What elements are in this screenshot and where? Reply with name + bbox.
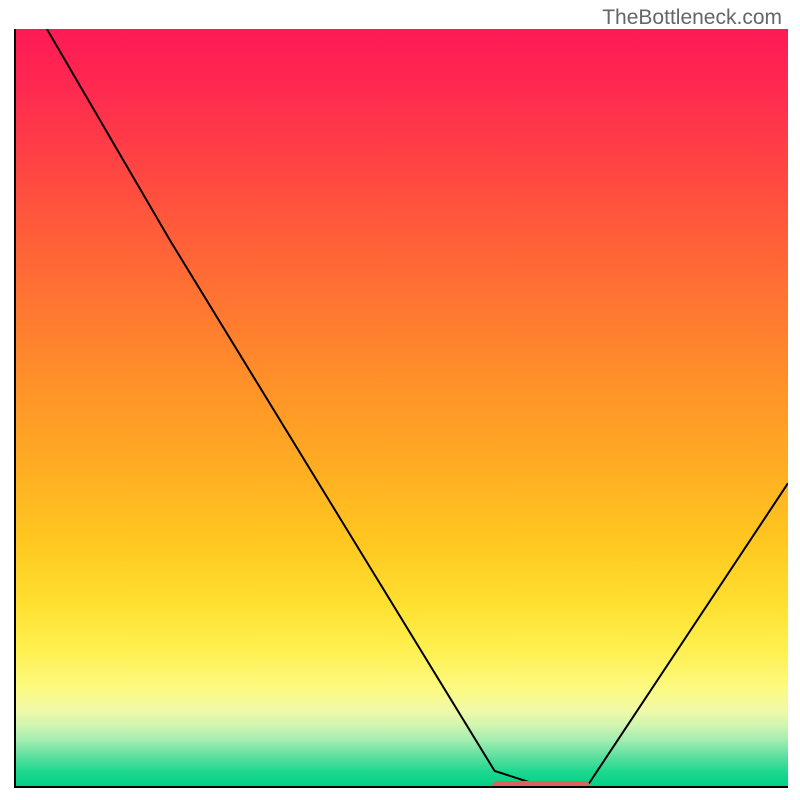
watermark-text: TheBottleneck.com [602,6,782,30]
bottleneck-curve [16,29,788,786]
chart-plot-area [14,29,788,788]
optimal-range-marker [492,781,591,788]
